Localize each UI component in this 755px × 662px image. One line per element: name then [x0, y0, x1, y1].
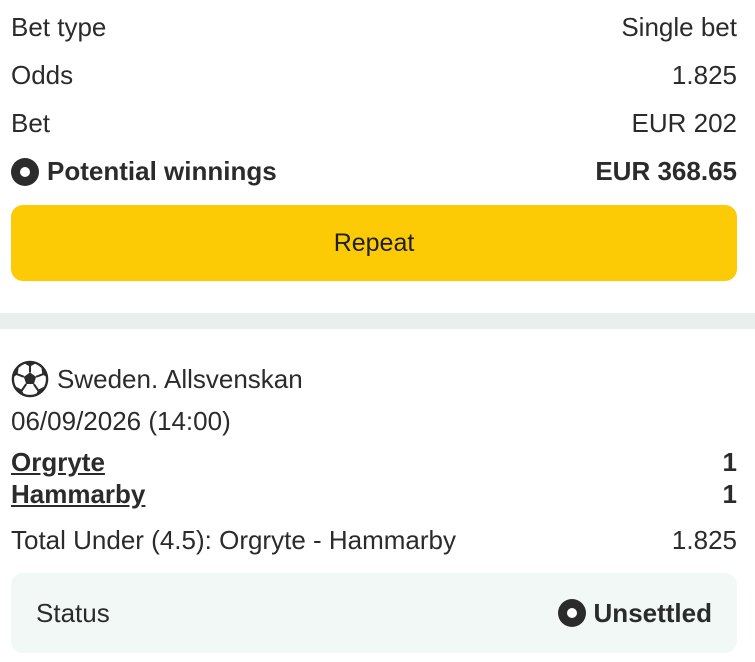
soccer-ball-icon [11, 360, 49, 398]
odds-value: 1.825 [671, 60, 737, 90]
team-score-away: 1 [722, 479, 737, 509]
market-odds: 1.825 [671, 525, 737, 555]
team-score-home: 1 [722, 447, 737, 477]
market-row: Total Under (4.5): Orgryte - Hammarby 1.… [11, 525, 737, 556]
section-divider [0, 313, 755, 329]
status-panel: Status Unsettled [11, 573, 737, 653]
bet-type-value: Single bet [621, 12, 737, 42]
bet-value: EUR 202 [631, 108, 738, 138]
potential-winnings-label: Potential winnings [47, 156, 277, 186]
odds-row: Odds 1.825 [11, 60, 737, 91]
radio-dot-icon [557, 599, 586, 627]
team-row: Hammarby 1 [11, 479, 737, 510]
bet-label: Bet [11, 108, 51, 138]
potential-winnings-row: Potential winnings EUR 368.65 [11, 156, 737, 187]
bet-type-row: Bet type Single bet [11, 12, 737, 43]
potential-winnings-value: EUR 368.65 [595, 156, 737, 186]
status-label: Status [36, 597, 110, 628]
league-header: Sweden. Allsvenskan [11, 360, 303, 398]
status-value-wrap: Unsettled [557, 597, 712, 629]
event-datetime: 06/09/2026 (14:00) [11, 406, 231, 436]
repeat-button[interactable]: Repeat [11, 205, 737, 281]
market-name: Total Under (4.5): Orgryte - Hammarby [11, 525, 457, 555]
team-name-away[interactable]: Hammarby [11, 479, 145, 510]
radio-dot-icon [11, 157, 39, 186]
odds-label: Odds [11, 60, 74, 90]
bet-row: Bet EUR 202 [11, 108, 737, 139]
bet-type-label: Bet type [11, 12, 107, 42]
league-name: Sweden. Allsvenskan [57, 363, 303, 394]
team-name-home[interactable]: Orgryte [11, 447, 105, 478]
status-value: Unsettled [593, 597, 712, 628]
potential-winnings-label-wrap: Potential winnings [11, 156, 277, 187]
team-row: Orgryte 1 [11, 447, 737, 478]
